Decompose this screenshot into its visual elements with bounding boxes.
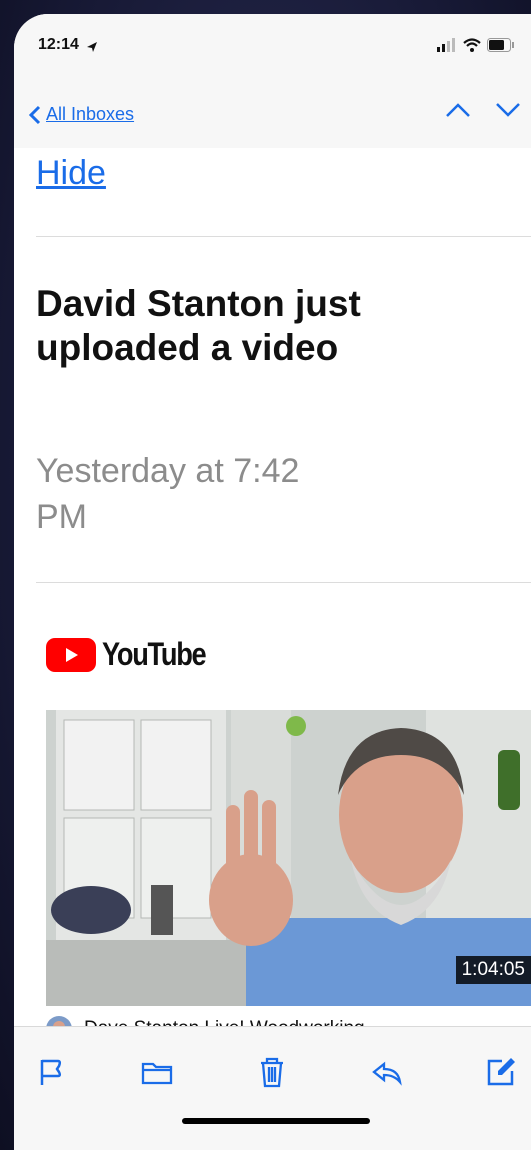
email-date: Yesterday at 7:42 PM — [36, 452, 300, 536]
flag-icon[interactable] — [34, 1055, 68, 1089]
video-duration: 1:04:05 — [455, 956, 531, 984]
hide-link[interactable]: Hide — [36, 154, 106, 193]
status-bar: 12:14 — [14, 14, 531, 76]
folder-icon[interactable] — [140, 1055, 174, 1089]
navigation-bar: All Inboxes — [14, 76, 531, 148]
chevron-up-icon[interactable] — [445, 102, 471, 118]
chevron-down-icon[interactable] — [495, 102, 521, 118]
back-label: All Inboxes — [46, 104, 135, 124]
status-time: 12:14 — [38, 36, 79, 53]
bottom-toolbar — [14, 1026, 531, 1150]
back-to-inboxes-button[interactable]: All Inboxes — [28, 104, 134, 125]
home-indicator[interactable] — [182, 1118, 370, 1124]
youtube-play-icon — [46, 637, 96, 672]
chevron-left-icon — [28, 105, 41, 124]
play-triangle-icon — [66, 647, 78, 662]
reply-icon[interactable] — [370, 1055, 404, 1089]
battery-icon — [487, 38, 514, 52]
youtube-wordmark: YouTube — [102, 636, 207, 672]
location-arrow-icon — [87, 42, 97, 52]
compose-icon[interactable] — [484, 1055, 518, 1089]
status-icons — [437, 38, 515, 52]
signal-icon — [437, 38, 455, 52]
email-subject: David Stanton just uploaded a video — [36, 283, 361, 368]
divider — [36, 236, 531, 237]
wifi-icon — [463, 38, 481, 52]
phone-screen: 12:14 All Inboxes Hide David Stanton jus… — [14, 14, 531, 1150]
divider — [36, 582, 531, 583]
youtube-logo[interactable]: YouTube — [46, 636, 224, 673]
wallpaper-frame: 12:14 All Inboxes Hide David Stanton jus… — [0, 0, 531, 1150]
trash-icon[interactable] — [255, 1055, 289, 1089]
message-navigation — [445, 102, 521, 118]
video-thumbnail[interactable]: 1:04:05 — [46, 710, 531, 1006]
